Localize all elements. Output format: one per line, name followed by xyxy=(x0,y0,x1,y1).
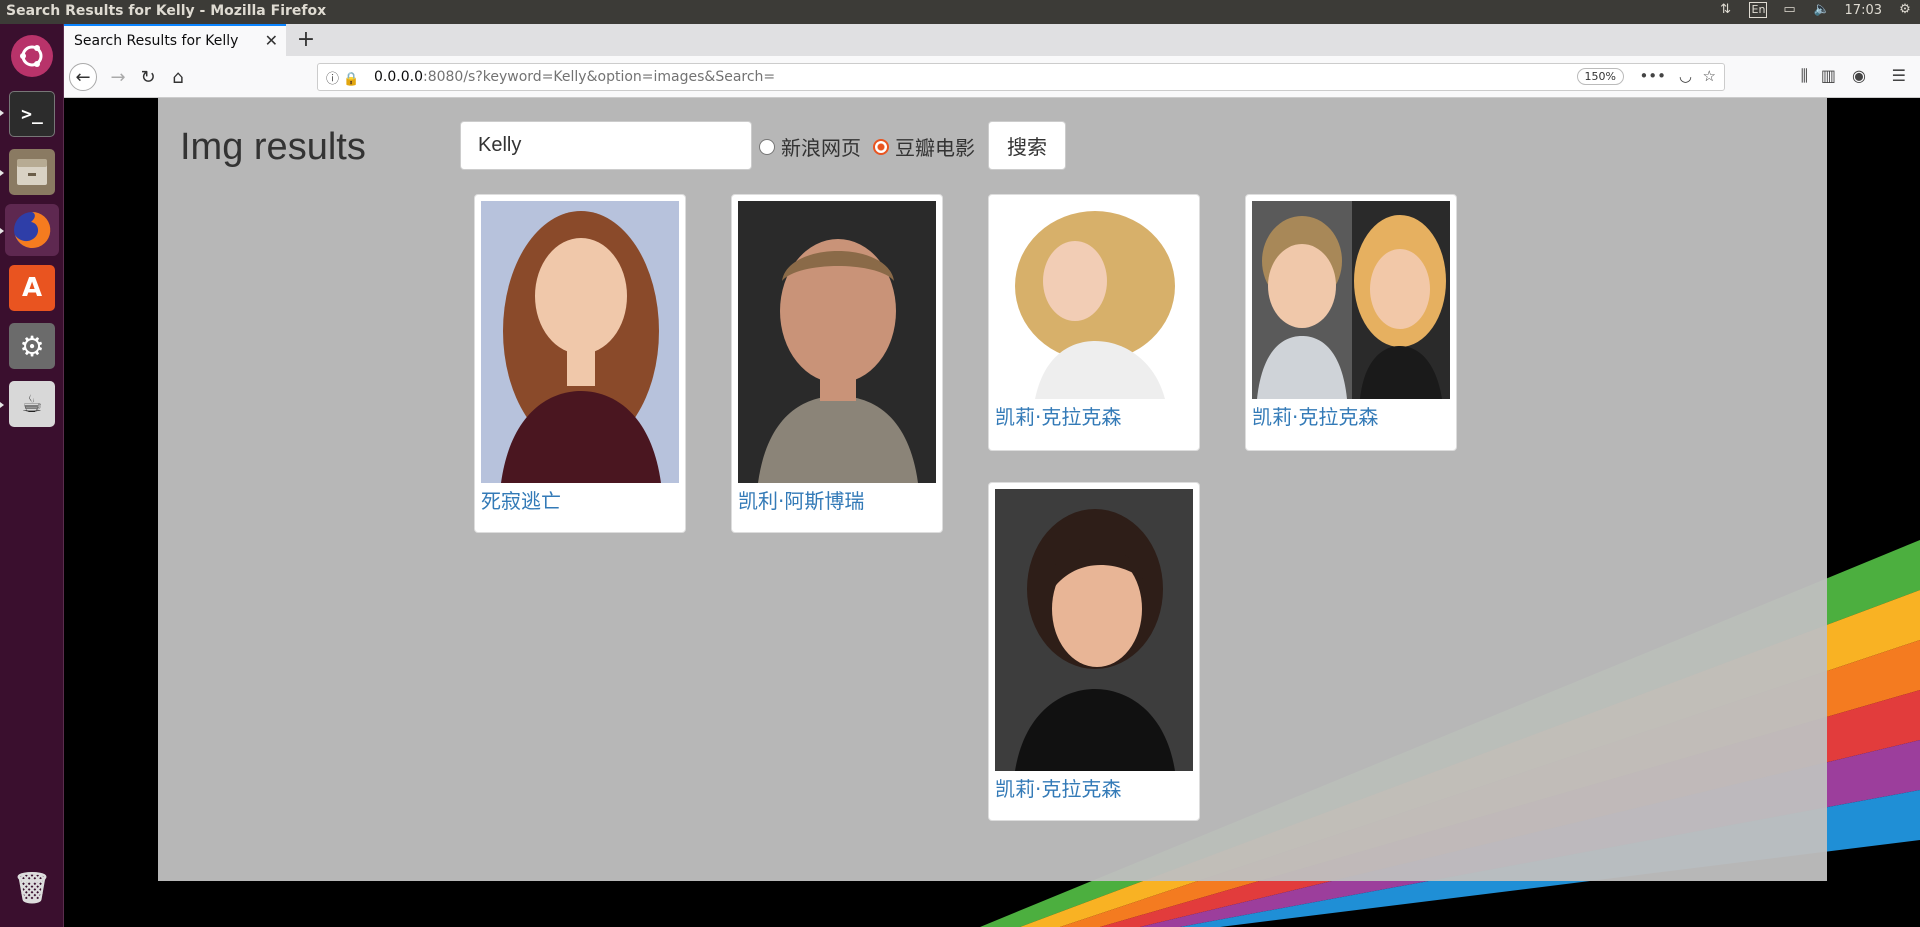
search-input-value: Kelly xyxy=(478,134,522,156)
result-image[interactable] xyxy=(995,201,1193,399)
tab-title: Search Results for Kelly xyxy=(74,33,239,49)
tab-search-results[interactable]: Search Results for Kelly ✕ xyxy=(64,24,286,56)
option-sina[interactable]: 新浪网页 xyxy=(759,132,861,161)
window-title: Search Results for Kelly - Mozilla Firef… xyxy=(6,3,327,19)
reload-button[interactable]: ↻ xyxy=(134,63,162,91)
running-indicator xyxy=(0,110,4,116)
gear-icon[interactable]: ⚙ xyxy=(1896,2,1914,18)
forward-button[interactable]: → xyxy=(104,63,132,91)
keyboard-layout-indicator[interactable]: En xyxy=(1748,2,1767,18)
result-card[interactable]: 凯莉·克拉克森 xyxy=(988,482,1200,821)
files-icon xyxy=(9,149,55,195)
settings-launcher[interactable]: ⚙ xyxy=(5,320,59,372)
library-icon[interactable]: ⫼ xyxy=(1801,66,1808,86)
url-host: 0.0.0.0 xyxy=(374,69,423,85)
result-card[interactable]: 死寂逃亡 xyxy=(474,194,686,533)
result-caption-link[interactable]: 死寂逃亡 xyxy=(481,485,561,514)
bookmark-star-icon[interactable]: ☆ xyxy=(1703,67,1716,85)
result-caption-link[interactable]: 凯莉·克拉克森 xyxy=(995,773,1121,802)
battery-icon[interactable]: ▭ xyxy=(1781,2,1799,18)
firefox-icon xyxy=(9,207,55,253)
launcher: >_ A ⚙ ☕ 🗑 xyxy=(0,24,64,927)
running-indicator xyxy=(0,228,4,234)
top-panel: Search Results for Kelly - Mozilla Firef… xyxy=(0,0,1920,24)
result-image[interactable] xyxy=(738,201,936,483)
ubuntu-logo-icon xyxy=(11,35,53,77)
result-image[interactable] xyxy=(1252,201,1450,399)
result-card[interactable]: 凯莉·克拉克森 xyxy=(988,194,1200,451)
network-icon[interactable]: ⇅ xyxy=(1717,2,1735,18)
trash-icon: 🗑 xyxy=(12,870,52,906)
home-button[interactable]: ⌂ xyxy=(164,63,192,91)
clock[interactable]: 17:03 xyxy=(1845,3,1882,18)
software-launcher[interactable]: A xyxy=(5,262,59,314)
sidebar-icon[interactable]: ▥ xyxy=(1821,66,1836,85)
result-caption-link[interactable]: 凯莉·克拉克森 xyxy=(1252,401,1378,430)
firefox-launcher[interactable] xyxy=(5,204,59,256)
close-icon[interactable]: ✕ xyxy=(265,31,278,50)
option-douban[interactable]: 豆瓣电影 xyxy=(873,132,975,161)
search-button[interactable]: 搜索 xyxy=(988,121,1066,170)
running-indicator xyxy=(0,170,4,176)
account-icon[interactable]: ◉ xyxy=(1852,66,1866,85)
option-douban-label: 豆瓣电影 xyxy=(895,136,975,160)
nav-bar: ← → ↻ ⌂ ⓘ 🔒 0.0.0.0:8080/s?keyword=Kelly… xyxy=(64,56,1920,98)
result-caption-link[interactable]: 凯利·阿斯博瑞 xyxy=(738,485,864,514)
software-center-icon: A xyxy=(9,265,55,311)
menu-icon[interactable]: ☰ xyxy=(1892,66,1906,85)
url-path: :8080/s?keyword=Kelly&option=images&Sear… xyxy=(422,69,776,85)
files-launcher[interactable] xyxy=(5,146,59,198)
url-text[interactable]: 0.0.0.0:8080/s?keyword=Kelly&option=imag… xyxy=(374,69,775,85)
dash-button[interactable] xyxy=(5,30,59,82)
page-actions-icon[interactable]: ••• xyxy=(1639,67,1666,85)
terminal-launcher[interactable]: >_ xyxy=(5,88,59,140)
trash-launcher[interactable]: 🗑 xyxy=(5,862,59,914)
settings-icon: ⚙ xyxy=(9,323,55,369)
terminal-icon: >_ xyxy=(9,91,55,137)
tab-bar: Search Results for Kelly ✕ + xyxy=(64,24,1920,56)
back-button[interactable]: ← xyxy=(69,63,97,91)
site-info-icon[interactable]: ⓘ 🔒 xyxy=(326,68,359,87)
result-image[interactable] xyxy=(995,489,1193,771)
pocket-icon[interactable]: ◡ xyxy=(1679,67,1692,85)
system-tray: ⇅ En ▭ 🔈 17:03 ⚙ xyxy=(1717,2,1914,18)
search-input[interactable]: Kelly xyxy=(460,121,752,170)
result-card[interactable]: 凯莉·克拉克森 xyxy=(1245,194,1457,451)
page-content: Img results Kelly 新浪网页 豆瓣电影 搜索 死寂逃亡 凯利·阿… xyxy=(158,98,1827,881)
url-bar[interactable]: ⓘ 🔒 0.0.0.0:8080/s?keyword=Kelly&option=… xyxy=(317,63,1725,91)
zoom-indicator[interactable]: 150% xyxy=(1576,68,1624,85)
java-launcher[interactable]: ☕ xyxy=(5,378,59,430)
result-image[interactable] xyxy=(481,201,679,483)
insecure-lock-icon: 🔒 xyxy=(343,72,360,87)
volume-icon[interactable]: 🔈 xyxy=(1813,2,1831,18)
radio-sina[interactable] xyxy=(759,138,775,155)
running-indicator xyxy=(0,402,4,408)
option-sina-label: 新浪网页 xyxy=(781,136,861,160)
radio-douban[interactable] xyxy=(873,138,889,155)
result-caption-link[interactable]: 凯莉·克拉克森 xyxy=(995,401,1121,430)
result-card[interactable]: 凯利·阿斯博瑞 xyxy=(731,194,943,533)
java-duke-icon: ☕ xyxy=(9,381,55,427)
new-tab-button[interactable]: + xyxy=(294,27,318,52)
page-title: Img results xyxy=(180,126,366,168)
